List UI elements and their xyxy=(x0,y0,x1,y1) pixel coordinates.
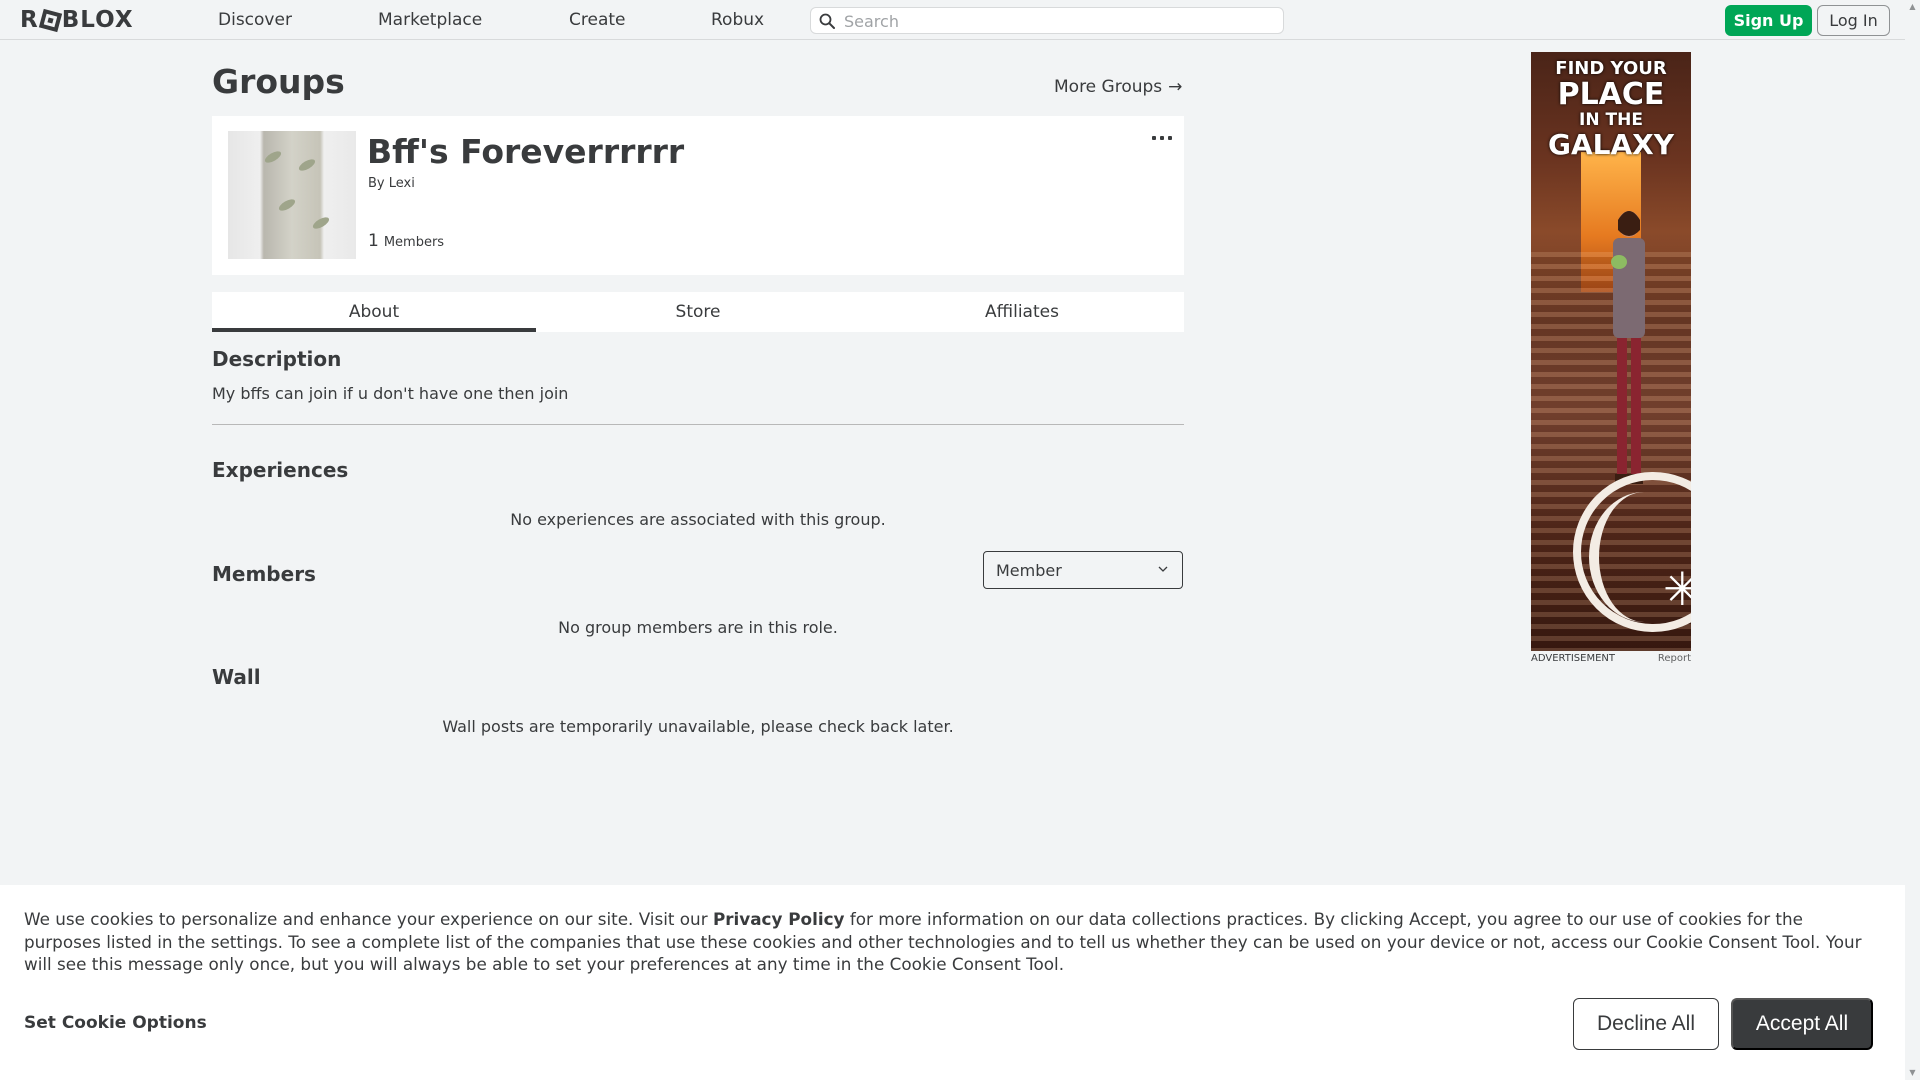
ad-character-figure xyxy=(1611,211,1645,484)
tab-affiliates[interactable]: Affiliates xyxy=(860,292,1184,332)
divider xyxy=(212,424,1184,425)
logo-letters-blox: BLOX xyxy=(61,7,134,33)
search-box[interactable] xyxy=(810,7,1284,34)
search-input[interactable] xyxy=(844,10,1274,32)
role-select-value: Member xyxy=(996,560,1062,580)
ad-star-icon: ✳ xyxy=(1663,562,1691,616)
members-empty-message: No group members are in this role. xyxy=(558,618,838,637)
scroll-up-arrow-icon[interactable]: ▲ xyxy=(1908,2,1917,11)
description-text: My bffs can join if u don't have one the… xyxy=(212,384,569,403)
nav-discover[interactable]: Discover xyxy=(218,10,292,30)
group-name: Bff's Foreverrrrrr xyxy=(367,132,685,171)
nav-marketplace[interactable]: Marketplace xyxy=(378,10,482,30)
scrollbar-thumb[interactable] xyxy=(1908,14,1917,1064)
accept-all-button[interactable]: Accept All xyxy=(1731,998,1873,1050)
group-tabs: About Store Affiliates xyxy=(212,292,1184,332)
nav-create[interactable]: Create xyxy=(569,10,626,30)
emblem-leaf xyxy=(297,157,317,173)
roblox-logo[interactable]: R BLOX xyxy=(20,7,134,33)
tab-about[interactable]: About xyxy=(212,292,536,332)
experiences-heading: Experiences xyxy=(212,458,349,482)
more-groups-link[interactable]: More Groups → xyxy=(1054,77,1182,97)
sign-up-button[interactable]: Sign Up xyxy=(1725,5,1812,36)
group-header-card: Bff's Foreverrrrrr By Lexi 1 Members xyxy=(212,116,1184,275)
tab-store[interactable]: Store xyxy=(536,292,860,332)
log-in-button[interactable]: Log In xyxy=(1817,5,1890,36)
arrow-right-icon: → xyxy=(1168,77,1183,97)
member-count-value: 1 xyxy=(368,231,379,251)
group-emblem-image xyxy=(228,131,356,259)
wall-heading: Wall xyxy=(212,665,261,689)
logo-letter-r: R xyxy=(20,7,39,33)
members-heading: Members xyxy=(212,562,316,586)
cookie-consent-text: We use cookies to personalize and enhanc… xyxy=(24,908,1884,976)
group-owner: By Lexi xyxy=(368,176,415,191)
chevron-down-icon xyxy=(1158,566,1168,572)
ad-headline-line: GALAXY xyxy=(1547,128,1675,161)
group-owner-link[interactable]: Lexi xyxy=(389,176,415,191)
scroll-down-arrow-icon[interactable]: ▼ xyxy=(1908,1068,1917,1077)
ad-headline-line: FIND YOUR xyxy=(1555,58,1667,79)
more-groups-label: More Groups xyxy=(1054,77,1163,97)
advertisement-banner[interactable]: FIND YOUR PLACE IN THE GALAXY ✳ xyxy=(1531,52,1691,651)
cookie-consent-banner: We use cookies to personalize and enhanc… xyxy=(0,885,1905,1080)
ad-headline-line: PLACE xyxy=(1557,77,1665,112)
page-title: Groups xyxy=(212,62,345,101)
ad-footer: ADVERTISEMENT Report xyxy=(1531,653,1691,667)
vertical-scrollbar[interactable]: ▲ ▼ xyxy=(1905,0,1920,1080)
group-member-count: 1 Members xyxy=(368,231,444,251)
advertisement-label: ADVERTISEMENT xyxy=(1531,653,1616,664)
emblem-leaf xyxy=(311,215,331,231)
cookie-text-before: We use cookies to personalize and enhanc… xyxy=(24,909,713,929)
emblem-leaf xyxy=(277,197,297,213)
set-cookie-options-link[interactable]: Set Cookie Options xyxy=(24,1013,207,1033)
group-owner-prefix: By xyxy=(368,176,385,191)
logo-tilted-o xyxy=(38,8,62,32)
top-navigation-bar: R BLOX Discover Marketplace Create Robux … xyxy=(0,0,1905,40)
description-heading: Description xyxy=(212,347,342,371)
nav-robux[interactable]: Robux xyxy=(711,10,764,30)
role-select-dropdown[interactable]: Member xyxy=(983,551,1183,589)
search-icon xyxy=(819,13,835,29)
emblem-leaf xyxy=(263,149,283,165)
wall-unavailable-message: Wall posts are temporarily unavailable, … xyxy=(442,717,954,736)
experiences-empty-message: No experiences are associated with this … xyxy=(510,510,886,529)
privacy-policy-link[interactable]: Privacy Policy xyxy=(713,909,845,929)
member-count-label: Members xyxy=(383,235,445,250)
ellipsis-icon[interactable] xyxy=(1152,134,1172,142)
report-ad-link[interactable]: Report xyxy=(1658,653,1691,667)
decline-all-button[interactable]: Decline All xyxy=(1573,998,1719,1050)
ad-headline: FIND YOUR PLACE IN THE GALAXY xyxy=(1531,58,1691,159)
ad-headline-line: IN THE xyxy=(1579,110,1643,130)
